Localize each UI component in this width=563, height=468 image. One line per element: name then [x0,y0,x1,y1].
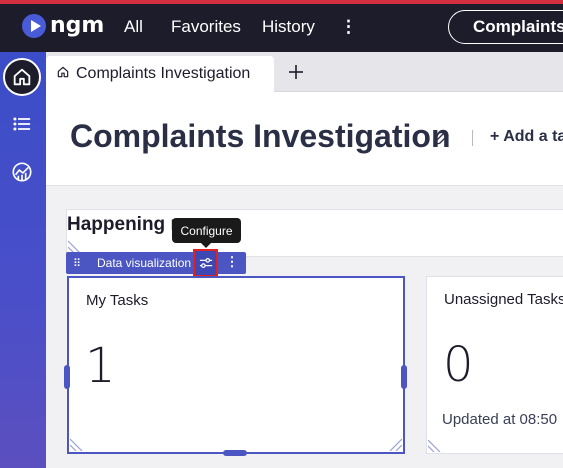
header-divider [472,130,473,146]
section-title: Happening n [67,214,183,235]
resize-hatch-icon [68,240,81,253]
resize-hatch-icon [428,439,441,452]
top-navigation-bar: ngm All Favorites History ⋮ Complaints I… [0,0,563,52]
tab-complaints-investigation[interactable]: Complaints Investigation [46,56,274,92]
drag-handle-icon[interactable]: ⠿ [66,257,88,270]
resize-handle-right[interactable] [401,365,407,389]
logo-text: ngm [50,13,105,38]
configure-button[interactable] [193,249,218,277]
nav-history[interactable]: History [262,17,315,37]
logo-play-icon [22,13,46,38]
list-icon[interactable] [10,112,34,136]
resize-handle-bottom[interactable] [223,450,247,456]
resize-hatch-icon [70,438,83,451]
configure-tooltip: Configure [172,218,241,248]
widget-toolbar: ⠿ Data visualization [66,252,246,274]
tab-label: Complaints Investigation [76,65,251,82]
card-value: 0 [443,337,474,393]
nav-all[interactable]: All [124,17,143,37]
resize-handle-left[interactable] [64,365,70,389]
nav-favorites[interactable]: Favorites [171,17,241,37]
resize-hatch-icon [389,438,402,451]
tab-home-icon [56,65,70,84]
analytics-icon[interactable] [10,160,34,184]
unassigned-tasks-card[interactable]: Unassigned Tasks 0 Updated at 08:50 [426,276,563,454]
tab-strip: Complaints Investigation [46,52,563,92]
add-tab-icon[interactable] [284,60,308,84]
page-title: Complaints Investigation [70,118,451,154]
sliders-icon [199,258,212,268]
widget-more-icon[interactable]: ⋮ [222,254,242,272]
card-title: Unassigned Tasks [444,291,563,308]
page-header: Complaints Investigation + Add a ta [46,92,563,186]
home-icon[interactable] [3,58,41,96]
my-tasks-card[interactable]: My Tasks 1 [67,276,405,454]
sidebar [0,52,46,468]
card-updated-time: Updated at 08:50 [442,411,558,428]
app-logo[interactable]: ngm [22,13,104,38]
edit-pencil-icon[interactable] [433,129,451,147]
add-task-button[interactable]: + Add a ta [490,128,563,146]
happening-now-widget[interactable]: Happening n [66,209,563,257]
widget-type-label: Data visualization [97,256,192,270]
context-pill[interactable]: Complaints In [448,10,563,44]
nav-more-icon[interactable]: ⋮ [340,17,357,37]
card-value: 1 [85,338,116,394]
card-title: My Tasks [86,292,149,309]
